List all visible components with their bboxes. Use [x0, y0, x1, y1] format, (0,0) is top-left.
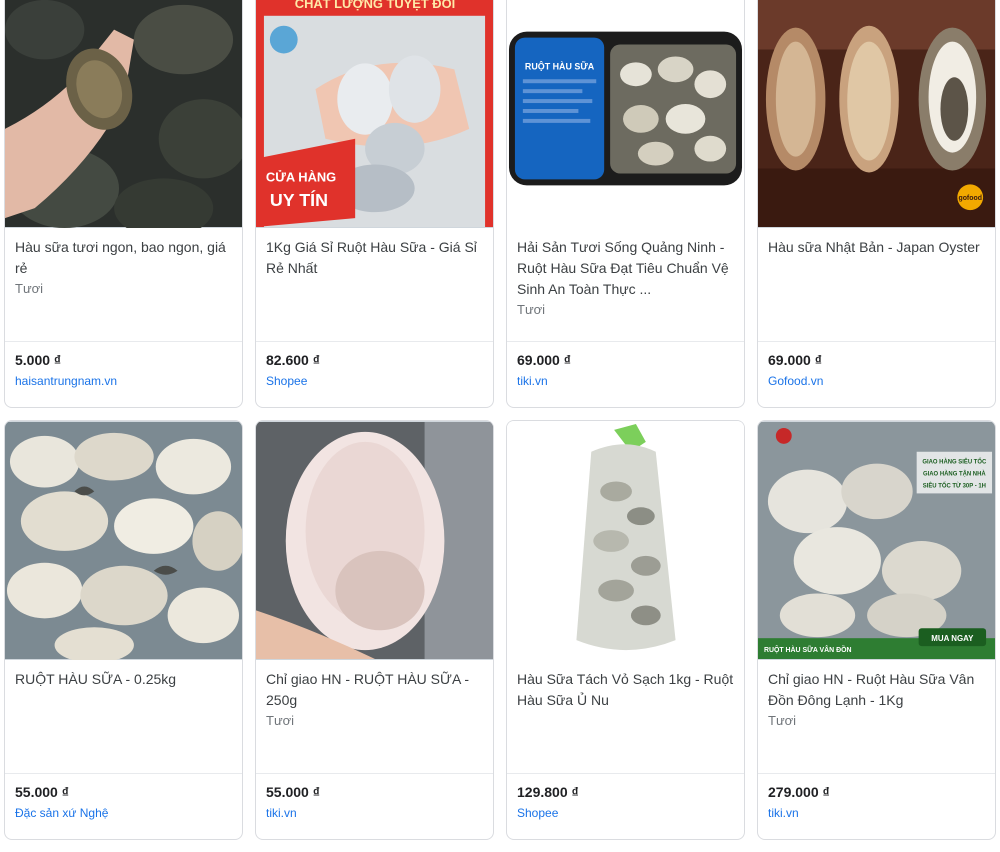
oyster-pack-image: RUỘT HÀU SỮA — [507, 0, 744, 227]
product-grid: Hàu sữa tươi ngon, bao ngon, giá rẻ Tươi… — [4, 0, 996, 852]
seller-link[interactable]: Shopee — [517, 806, 558, 820]
seller-link[interactable]: tiki.vn — [768, 806, 799, 820]
product-title[interactable]: Hàu sữa Nhật Bản - Japan Oyster — [768, 237, 985, 300]
product-image[interactable] — [5, 0, 242, 228]
product-price: 82.600 ₫ — [266, 352, 320, 368]
freshness-badge: Tươi — [266, 713, 295, 728]
product-image[interactable]: gofood — [758, 0, 995, 228]
seller-link[interactable]: tiki.vn — [517, 374, 548, 388]
product-image[interactable] — [5, 421, 242, 660]
product-card[interactable]: GIAO HÀNG SIÊU TỐC GIAO HÀNG TẬN NHÀ SIÊ… — [757, 420, 996, 840]
product-price: 69.000 ₫ — [768, 352, 822, 368]
divider — [5, 341, 242, 342]
oyster-meat-bowl-image — [5, 422, 242, 660]
product-image[interactable]: CHẤT LƯỢNG TUYỆT ĐỐI CỬA HÀNG UY TÍN — [256, 0, 493, 228]
divider — [507, 341, 744, 342]
gofood-logo-text: gofood — [958, 195, 982, 202]
product-price: 69.000 ₫ — [517, 352, 571, 368]
product-image[interactable]: GIAO HÀNG SIÊU TỐC GIAO HÀNG TẬN NHÀ SIÊ… — [758, 421, 995, 660]
product-image[interactable] — [507, 421, 744, 660]
store-sign-1: CỬA HÀNG — [266, 169, 336, 184]
banner-text: CHẤT LƯỢNG TUYỆT ĐỐI — [295, 0, 455, 11]
freshness-badge: Tươi — [517, 302, 546, 317]
product-price: 129.800 ₫ — [517, 784, 579, 800]
oysters-in-hand-image — [5, 0, 242, 228]
product-price: 5.000 ₫ — [15, 352, 62, 368]
product-card[interactable]: CHẤT LƯỢNG TUYỆT ĐỐI CỬA HÀNG UY TÍN 1Kg… — [255, 0, 494, 408]
pack-label: RUỘT HÀU SỮA — [525, 60, 595, 71]
seller-link[interactable]: tiki.vn — [266, 806, 297, 820]
product-price: 55.000 ₫ — [266, 784, 320, 800]
product-image[interactable]: RUỘT HÀU SỮA — [507, 0, 744, 228]
seller-link[interactable]: haisantrungnam.vn — [15, 374, 117, 388]
oyster-meat-promo-image: CHẤT LƯỢNG TUYỆT ĐỐI CỬA HÀNG UY TÍN — [256, 0, 493, 227]
van-don-oyster-promo-image: GIAO HÀNG SIÊU TỐC GIAO HÀNG TẬN NHÀ SIÊ… — [758, 422, 995, 659]
japan-oyster-image: gofood — [758, 0, 995, 227]
product-title[interactable]: RUỘT HÀU SỮA - 0.25kg — [15, 669, 232, 732]
divider — [758, 773, 995, 774]
product-card[interactable]: Hàu Sữa Tách Vỏ Sạch 1kg - Ruột Hàu Sữa … — [506, 420, 745, 840]
promo-line-3: SIÊU TỐC TỪ 30P - 1H — [923, 481, 986, 489]
product-card[interactable]: Hàu sữa tươi ngon, bao ngon, giá rẻ Tươi… — [4, 0, 243, 408]
product-card[interactable]: RUỘT HÀU SỮA - 0.25kg 55.000 ₫ Đặc sản x… — [4, 420, 243, 840]
seller-link[interactable]: Đặc sản xứ Nghệ — [15, 806, 108, 820]
oyster-closeup-image — [256, 422, 493, 659]
product-image[interactable] — [256, 421, 493, 660]
product-title[interactable]: 1Kg Giá Sỉ Ruột Hàu Sữa - Giá Sỉ Rẻ Nhất — [266, 237, 483, 300]
divider — [5, 773, 242, 774]
seller-link[interactable]: Gofood.vn — [768, 374, 823, 388]
promo-line-2: GIAO HÀNG TẬN NHÀ — [923, 471, 986, 478]
divider — [256, 773, 493, 774]
product-card[interactable]: RUỘT HÀU SỮA Hải Sản Tươi Sống Quảng Nin… — [506, 0, 745, 408]
oyster-bag-image — [507, 422, 744, 659]
divider — [758, 341, 995, 342]
product-title[interactable]: Hàu Sữa Tách Vỏ Sạch 1kg - Ruột Hàu Sữa … — [517, 669, 734, 732]
divider — [256, 341, 493, 342]
product-card[interactable]: Chỉ giao HN - RUỘT HÀU SỮA - 250g Tươi 5… — [255, 420, 494, 840]
promo-line-1: GIAO HÀNG SIÊU TỐC — [922, 458, 987, 466]
store-sign-2: UY TÍN — [270, 189, 328, 210]
product-title[interactable]: Hải Sản Tươi Sống Quảng Ninh - Ruột Hàu … — [517, 237, 734, 300]
product-price: 55.000 ₫ — [15, 784, 69, 800]
product-card[interactable]: gofood Hàu sữa Nhật Bản - Japan Oyster 6… — [757, 0, 996, 408]
freshness-badge: Tươi — [15, 281, 44, 296]
freshness-badge: Tươi — [768, 713, 797, 728]
divider — [507, 773, 744, 774]
product-price: 279.000 ₫ — [768, 784, 830, 800]
seller-link[interactable]: Shopee — [266, 374, 307, 388]
image-buy-now: MUA NGAY — [931, 634, 974, 643]
